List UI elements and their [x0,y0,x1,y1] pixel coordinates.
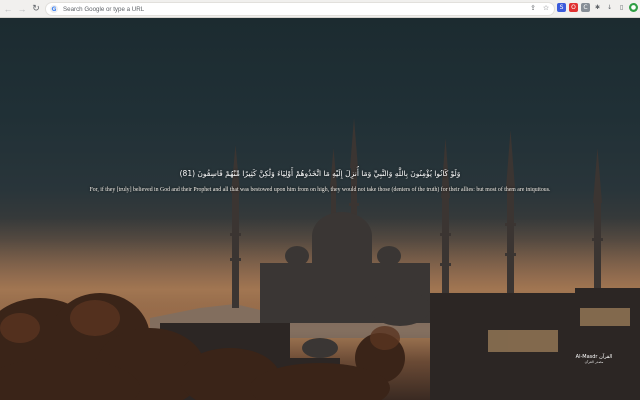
verse-display: وَلَوْ كَانُوا يُؤْمِنُونَ بِاللَّهِ وَا… [0,169,640,193]
extension-3-icon[interactable]: C [581,3,590,12]
back-icon[interactable]: ← [2,2,14,16]
verse-translation: For, if they [truly] believed in God and… [89,187,551,193]
puzzle-icon[interactable]: ✱ [593,3,602,12]
mosque-skyline-background [0,118,640,400]
google-icon: G [50,5,58,13]
arabic-verse: وَلَوْ كَانُوا يُؤْمِنُونَ بِاللَّهِ وَا… [179,169,461,178]
forward-icon[interactable]: → [16,2,28,16]
address-bar-placeholder[interactable]: Search Google or type a URL [63,6,144,13]
bookmark-star-icon[interactable]: ☆ [542,5,550,13]
extension-2-icon[interactable]: O [569,3,578,12]
download-icon[interactable]: ↓ [605,3,614,12]
new-tab-page: وَلَوْ كَانُوا يُؤْمِنُونَ بِاللَّهِ وَا… [0,18,640,400]
extension-1-icon[interactable]: S [557,3,566,12]
sidepanel-icon[interactable]: ▯ [617,3,626,12]
share-icon[interactable]: ⇪ [529,5,537,13]
site-logo[interactable]: Al-Masdr القرآن مصدر القرآن [570,354,618,364]
profile-icon[interactable]: ● [629,3,638,12]
address-bar[interactable]: G Search Google or type a URL ⇪ ☆ [45,2,555,16]
reload-icon[interactable]: ↻ [30,2,42,16]
browser-toolbar: ← → ↻ ⌂ G Search Google or type a URL ⇪ … [0,0,640,18]
logo-subtext: مصدر القرآن [584,360,604,364]
